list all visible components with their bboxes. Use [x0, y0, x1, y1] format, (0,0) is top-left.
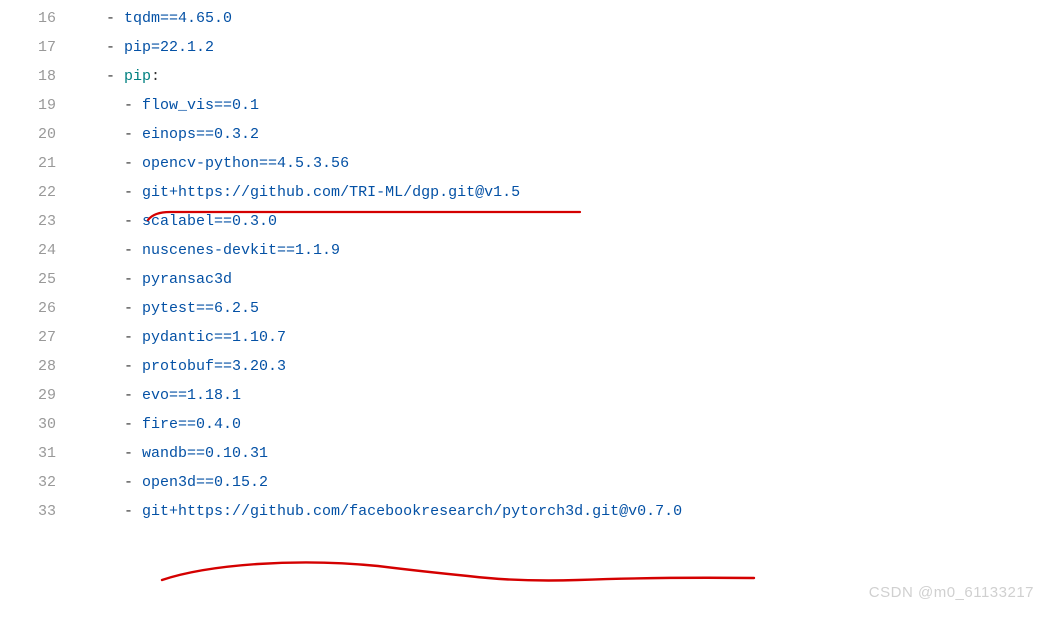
code-line[interactable]: - git+https://github.com/facebookresearc…: [88, 497, 1056, 526]
code-line[interactable]: - einops==0.3.2: [88, 120, 1056, 149]
line-number: 28: [0, 352, 56, 381]
line-number: 23: [0, 207, 56, 236]
code-line[interactable]: - pytest==6.2.5: [88, 294, 1056, 323]
line-number: 30: [0, 410, 56, 439]
line-number: 17: [0, 33, 56, 62]
code-line[interactable]: - git+https://github.com/TRI-ML/dgp.git@…: [88, 178, 1056, 207]
code-line[interactable]: - open3d==0.15.2: [88, 468, 1056, 497]
code-line[interactable]: - evo==1.18.1: [88, 381, 1056, 410]
code-line[interactable]: - protobuf==3.20.3: [88, 352, 1056, 381]
code-line[interactable]: - tqdm==4.65.0: [88, 4, 1056, 33]
line-number: 27: [0, 323, 56, 352]
code-line[interactable]: - pyransac3d: [88, 265, 1056, 294]
code-line[interactable]: - scalabel==0.3.0: [88, 207, 1056, 236]
annotation-underline-2: [158, 558, 758, 586]
code-line[interactable]: - pydantic==1.10.7: [88, 323, 1056, 352]
code-block: 161718192021222324252627282930313233 - t…: [0, 0, 1056, 526]
line-number: 31: [0, 439, 56, 468]
code-line[interactable]: - pip=22.1.2: [88, 33, 1056, 62]
code-line[interactable]: - nuscenes-devkit==1.1.9: [88, 236, 1056, 265]
line-number: 26: [0, 294, 56, 323]
code-line[interactable]: - opencv-python==4.5.3.56: [88, 149, 1056, 178]
code-line[interactable]: - wandb==0.10.31: [88, 439, 1056, 468]
code-line[interactable]: - pip:: [88, 62, 1056, 91]
code-content[interactable]: - tqdm==4.65.0 - pip=22.1.2 - pip: - flo…: [88, 4, 1056, 526]
code-line[interactable]: - fire==0.4.0: [88, 410, 1056, 439]
line-number: 20: [0, 120, 56, 149]
line-number: 25: [0, 265, 56, 294]
watermark-text: CSDN @m0_61133217: [869, 578, 1034, 607]
line-number-gutter: 161718192021222324252627282930313233: [0, 4, 88, 526]
line-number: 21: [0, 149, 56, 178]
line-number: 18: [0, 62, 56, 91]
line-number: 16: [0, 4, 56, 33]
line-number: 22: [0, 178, 56, 207]
line-number: 32: [0, 468, 56, 497]
code-line[interactable]: - flow_vis==0.1: [88, 91, 1056, 120]
line-number: 19: [0, 91, 56, 120]
line-number: 24: [0, 236, 56, 265]
line-number: 29: [0, 381, 56, 410]
line-number: 33: [0, 497, 56, 526]
